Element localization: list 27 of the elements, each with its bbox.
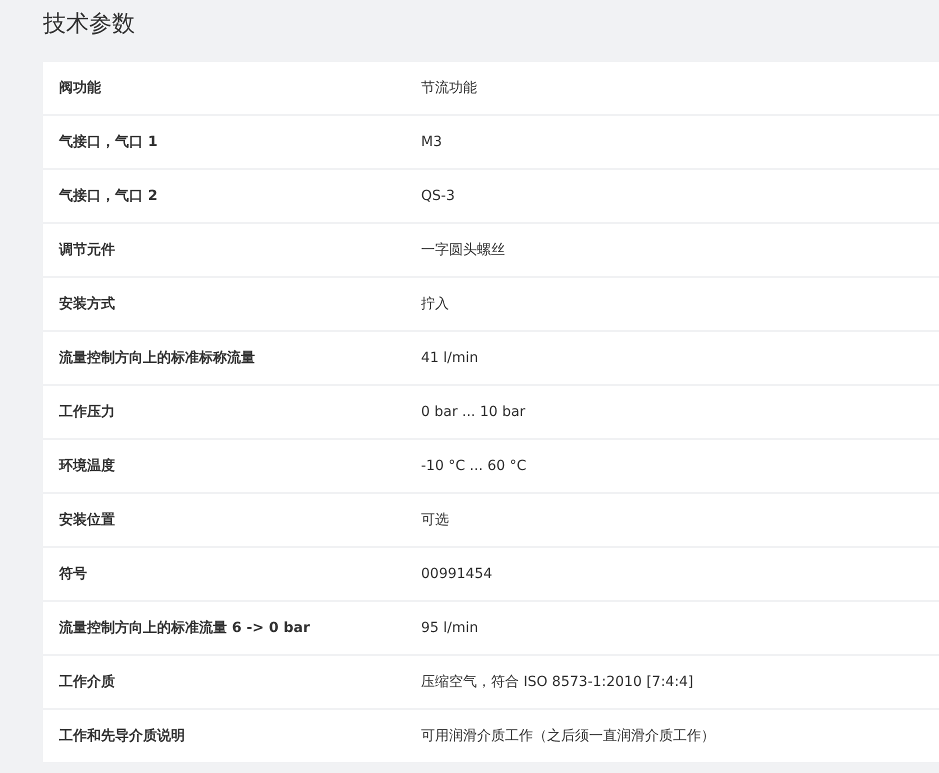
row-value: 一字圆头螺丝: [421, 241, 505, 259]
row-value: 41 l/min: [421, 350, 478, 366]
row-value: 压缩空气，符合 ISO 8573-1:2010 [7:4:4]: [421, 673, 694, 691]
row-value: -10 °C ... 60 °C: [421, 458, 526, 474]
row-label: 气接口，气口 2: [58, 187, 159, 205]
row-label: 调节元件: [58, 241, 116, 259]
row-value: QS-3: [421, 188, 455, 204]
row-value: 拧入: [421, 295, 449, 313]
row-label: 符号: [58, 565, 88, 583]
row-value: 可用润滑介质工作（之后须一直润滑介质工作）: [421, 727, 715, 745]
row-label: 工作和先导介质说明: [58, 727, 186, 745]
row-label: 工作介质: [58, 673, 116, 691]
row-label: 流量控制方向上的标准流量 6 -> 0 bar: [58, 619, 311, 637]
row-label: 工作压力: [58, 403, 116, 421]
row-label: 流量控制方向上的标准标称流量: [58, 349, 256, 367]
row-label: 阀功能: [58, 79, 102, 97]
row-label: 安装位置: [58, 511, 116, 529]
row-label: 安装方式: [58, 295, 116, 313]
row-value: 00991454: [421, 566, 492, 582]
row-value: M3: [421, 134, 442, 150]
row-label: 气接口，气口 1: [58, 133, 159, 151]
row-value: 可选: [421, 511, 449, 529]
row-label: 环境温度: [58, 457, 116, 475]
row-value: 0 bar ... 10 bar: [421, 404, 526, 420]
row-value: 节流功能: [421, 79, 477, 97]
section-title: 技术参数: [43, 10, 136, 39]
row-value: 95 l/min: [421, 620, 478, 636]
